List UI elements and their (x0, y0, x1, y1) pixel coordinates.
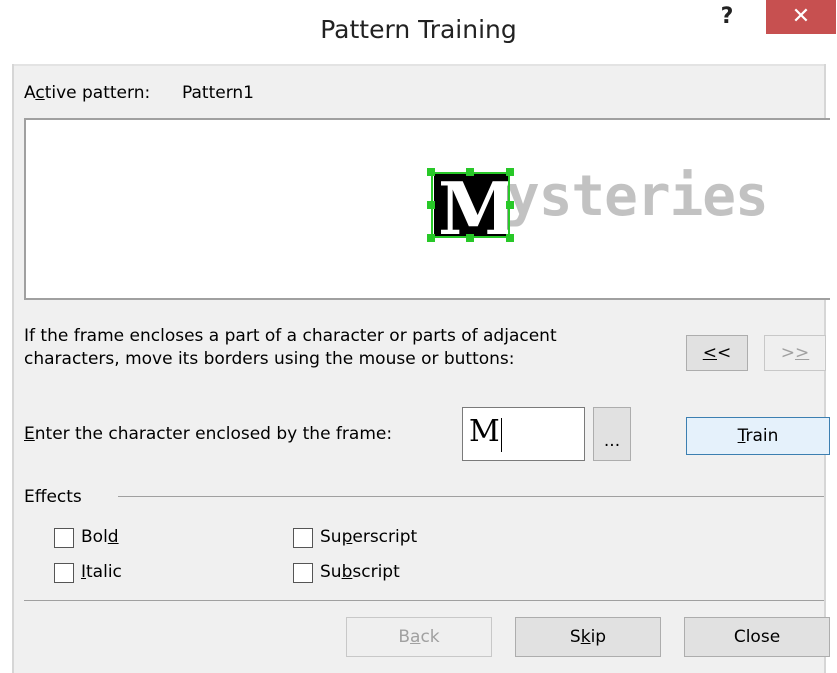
effects-group-divider (118, 496, 824, 497)
character-browse-button[interactable]: ... (593, 407, 631, 461)
frame-handle-bottom-center[interactable] (466, 234, 474, 242)
frame-handle-middle-left[interactable] (427, 201, 435, 209)
instruction-line-2: characters, move its borders using the m… (24, 349, 515, 369)
back-button[interactable]: Back (346, 617, 492, 657)
active-pattern-label: Active pattern: (24, 83, 151, 103)
skip-button[interactable]: Skip (515, 617, 661, 657)
italic-label[interactable]: Italic (81, 562, 122, 582)
title-bar: Pattern Training ? ✕ (0, 0, 837, 66)
move-right-button[interactable]: >> (764, 335, 826, 371)
subscript-label[interactable]: Subscript (320, 562, 400, 582)
frame-handle-top-center[interactable] (466, 168, 474, 176)
frame-handle-bottom-left[interactable] (427, 234, 435, 242)
enter-character-label: Enter the character enclosed by the fram… (24, 424, 393, 444)
train-button[interactable]: Train (686, 417, 830, 455)
character-input-value: M (469, 414, 500, 449)
footer-divider (24, 600, 824, 601)
superscript-checkbox[interactable] (293, 528, 313, 548)
close-icon[interactable]: ✕ (766, 0, 836, 34)
character-frame[interactable] (431, 172, 510, 238)
effects-group-title: Effects (24, 487, 82, 507)
frame-border-left (12, 64, 14, 673)
bold-label[interactable]: Bold (81, 527, 119, 547)
active-pattern-value: Pattern1 (182, 83, 254, 103)
instruction-line-1: If the frame encloses a part of a charac… (24, 326, 557, 346)
pattern-preview[interactable]: M ysteries (24, 118, 830, 300)
subscript-checkbox[interactable] (293, 563, 313, 583)
remaining-text-glyphs: ysteries (506, 164, 769, 229)
frame-handle-middle-right[interactable] (506, 201, 514, 209)
frame-handle-top-right[interactable] (506, 168, 514, 176)
superscript-label[interactable]: Superscript (320, 527, 417, 547)
text-caret (501, 418, 502, 452)
close-button[interactable]: Close (684, 617, 830, 657)
character-input[interactable]: M (462, 407, 585, 461)
help-icon[interactable]: ? (712, 4, 742, 29)
move-left-button[interactable]: << (686, 335, 748, 371)
frame-border-top (12, 64, 826, 66)
frame-handle-bottom-right[interactable] (506, 234, 514, 242)
bold-checkbox[interactable] (54, 528, 74, 548)
italic-checkbox[interactable] (54, 563, 74, 583)
pattern-training-dialog: Pattern Training ? ✕ Active pattern: Pat… (0, 0, 837, 673)
frame-handle-top-left[interactable] (427, 168, 435, 176)
